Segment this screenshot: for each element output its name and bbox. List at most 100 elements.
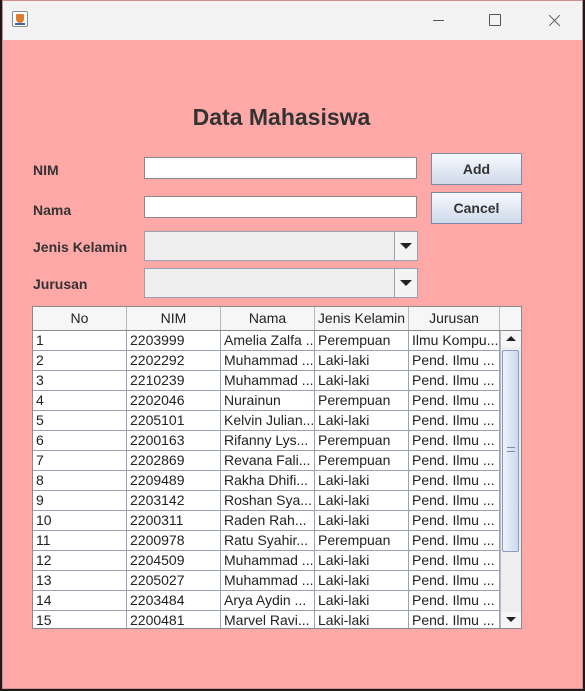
column-header-jenis-kelamin[interactable]: Jenis Kelamin xyxy=(315,307,409,330)
chevron-down-icon[interactable] xyxy=(394,232,417,260)
cell-jenis-kelamin[interactable]: Laki-laki xyxy=(315,471,409,490)
cell-nama[interactable]: Rakha Dhifi... xyxy=(221,471,315,490)
cell-no[interactable]: 12 xyxy=(33,551,127,570)
cell-jurusan[interactable]: Pend. Ilmu ... xyxy=(409,491,500,510)
cell-nama[interactable]: Rifanny Lys... xyxy=(221,431,315,450)
cell-nim[interactable]: 2210239 xyxy=(127,371,221,390)
cell-no[interactable]: 5 xyxy=(33,411,127,430)
table-row[interactable]: 4 2202046 Nurainun Perempuan Pend. Ilmu ... xyxy=(33,391,500,411)
title-bar[interactable] xyxy=(3,1,582,40)
cell-jurusan[interactable]: Pend. Ilmu ... xyxy=(409,591,500,610)
table-row[interactable]: 8 2209489 Rakha Dhifi... Laki-laki Pend. Ilm… xyxy=(33,471,500,491)
cell-nim[interactable]: 2203999 xyxy=(127,331,221,350)
cell-jurusan[interactable]: Pend. Ilmu ... xyxy=(409,391,500,410)
column-header-nim[interactable]: NIM xyxy=(127,307,221,330)
cell-nim[interactable]: 2200481 xyxy=(127,611,221,628)
table-row[interactable]: 1 2203999 Amelia Zalfa ... Perempuan Ilmu Ko… xyxy=(33,331,500,351)
vertical-scrollbar[interactable] xyxy=(500,331,521,628)
cell-no[interactable]: 6 xyxy=(33,431,127,450)
table-row[interactable]: 7 2202869 Revana Fali... Perempuan Pend. Ilm… xyxy=(33,451,500,471)
cell-nama[interactable]: Muhammad ... xyxy=(221,571,315,590)
cell-jenis-kelamin[interactable]: Laki-laki xyxy=(315,411,409,430)
cell-nim[interactable]: 2202046 xyxy=(127,391,221,410)
cell-nama[interactable]: Kelvin Julian... xyxy=(221,411,315,430)
cell-nim[interactable]: 2203142 xyxy=(127,491,221,510)
minimize-icon[interactable] xyxy=(415,1,461,40)
cell-no[interactable]: 10 xyxy=(33,511,127,530)
close-icon[interactable] xyxy=(531,1,577,40)
cell-nama[interactable]: Muhammad ... xyxy=(221,351,315,370)
cell-jurusan[interactable]: Pend. Ilmu ... xyxy=(409,411,500,430)
cell-nim[interactable]: 2200311 xyxy=(127,511,221,530)
cell-nim[interactable]: 2204509 xyxy=(127,551,221,570)
jenis-kelamin-select[interactable] xyxy=(144,231,418,261)
cell-jenis-kelamin[interactable]: Laki-laki xyxy=(315,371,409,390)
cancel-button[interactable]: Cancel xyxy=(431,192,522,224)
cell-jurusan[interactable]: Pend. Ilmu ... xyxy=(409,531,500,550)
maximize-icon[interactable] xyxy=(471,1,517,40)
cell-jenis-kelamin[interactable]: Laki-laki xyxy=(315,551,409,570)
table-row[interactable]: 5 2205101 Kelvin Julian... Laki-laki Pend. I… xyxy=(33,411,500,431)
cell-jurusan[interactable]: Pend. Ilmu ... xyxy=(409,611,500,628)
column-header-nama[interactable]: Nama xyxy=(221,307,315,330)
table-row[interactable]: 13 2205027 Muhammad ... Laki-laki Pend. Ilmu… xyxy=(33,571,500,591)
cell-no[interactable]: 15 xyxy=(33,611,127,628)
cell-jurusan[interactable]: Pend. Ilmu ... xyxy=(409,551,500,570)
cell-jurusan[interactable]: Pend. Ilmu ... xyxy=(409,471,500,490)
cell-jurusan[interactable]: Pend. Ilmu ... xyxy=(409,451,500,470)
cell-nim[interactable]: 2203484 xyxy=(127,591,221,610)
table-row[interactable]: 14 2203484 Arya Aydin ... Laki-laki Pend. Il… xyxy=(33,591,500,611)
cell-jenis-kelamin[interactable]: Perempuan xyxy=(315,531,409,550)
cell-no[interactable]: 2 xyxy=(33,351,127,370)
cell-no[interactable]: 4 xyxy=(33,391,127,410)
table-row[interactable]: 11 2200978 Ratu Syahir... Perempuan Pend. Il… xyxy=(33,531,500,551)
cell-no[interactable]: 14 xyxy=(33,591,127,610)
scroll-down-icon[interactable] xyxy=(501,612,521,628)
cell-nim[interactable]: 2209489 xyxy=(127,471,221,490)
cell-nama[interactable]: Muhammad ... xyxy=(221,551,315,570)
cell-no[interactable]: 1 xyxy=(33,331,127,350)
column-header-no[interactable]: No xyxy=(33,307,127,330)
cell-nama[interactable]: Roshan Sya... xyxy=(221,491,315,510)
table-row[interactable]: 12 2204509 Muhammad ... Laki-laki Pend. Ilmu… xyxy=(33,551,500,571)
column-header-jurusan[interactable]: Jurusan xyxy=(409,307,500,330)
cell-nama[interactable]: Arya Aydin ... xyxy=(221,591,315,610)
cell-nama[interactable]: Raden Rah... xyxy=(221,511,315,530)
scrollbar-thumb[interactable] xyxy=(502,350,519,552)
jurusan-select[interactable] xyxy=(144,268,418,298)
cell-no[interactable]: 13 xyxy=(33,571,127,590)
java-app-icon[interactable] xyxy=(12,11,28,27)
cell-jenis-kelamin[interactable]: Perempuan xyxy=(315,391,409,410)
cell-jurusan[interactable]: Pend. Ilmu ... xyxy=(409,431,500,450)
cell-no[interactable]: 7 xyxy=(33,451,127,470)
cell-nim[interactable]: 2202292 xyxy=(127,351,221,370)
cell-nama[interactable]: Nurainun xyxy=(221,391,315,410)
cell-jenis-kelamin[interactable]: Laki-laki xyxy=(315,491,409,510)
table-row[interactable]: 2 2202292 Muhammad ... Laki-laki Pend. Ilmu … xyxy=(33,351,500,371)
table-row[interactable]: 10 2200311 Raden Rah... Laki-laki Pend. Ilmu… xyxy=(33,511,500,531)
cell-nama[interactable]: Amelia Zalfa ... xyxy=(221,331,315,350)
nim-field[interactable] xyxy=(144,157,417,179)
cell-jenis-kelamin[interactable]: Perempuan xyxy=(315,431,409,450)
chevron-down-icon[interactable] xyxy=(394,269,417,297)
cell-jurusan[interactable]: Pend. Ilmu ... xyxy=(409,571,500,590)
cell-jenis-kelamin[interactable]: Laki-laki xyxy=(315,591,409,610)
cell-jenis-kelamin[interactable]: Perempuan xyxy=(315,451,409,470)
cell-no[interactable]: 8 xyxy=(33,471,127,490)
cell-jenis-kelamin[interactable]: Laki-laki xyxy=(315,571,409,590)
cell-nim[interactable]: 2205101 xyxy=(127,411,221,430)
cell-nama[interactable]: Marvel Ravi... xyxy=(221,611,315,628)
cell-jenis-kelamin[interactable]: Laki-laki xyxy=(315,351,409,370)
add-button[interactable]: Add xyxy=(431,153,522,185)
cell-jenis-kelamin[interactable]: Perempuan xyxy=(315,331,409,350)
table-row[interactable]: 9 2203142 Roshan Sya... Laki-laki Pend. Ilmu… xyxy=(33,491,500,511)
cell-jurusan[interactable]: Pend. Ilmu ... xyxy=(409,351,500,370)
cell-nama[interactable]: Revana Fali... xyxy=(221,451,315,470)
cell-jenis-kelamin[interactable]: Laki-laki xyxy=(315,611,409,628)
nama-field[interactable] xyxy=(144,196,417,218)
cell-nim[interactable]: 2200163 xyxy=(127,431,221,450)
cell-jenis-kelamin[interactable]: Laki-laki xyxy=(315,511,409,530)
cell-no[interactable]: 11 xyxy=(33,531,127,550)
cell-nim[interactable]: 2205027 xyxy=(127,571,221,590)
cell-no[interactable]: 9 xyxy=(33,491,127,510)
